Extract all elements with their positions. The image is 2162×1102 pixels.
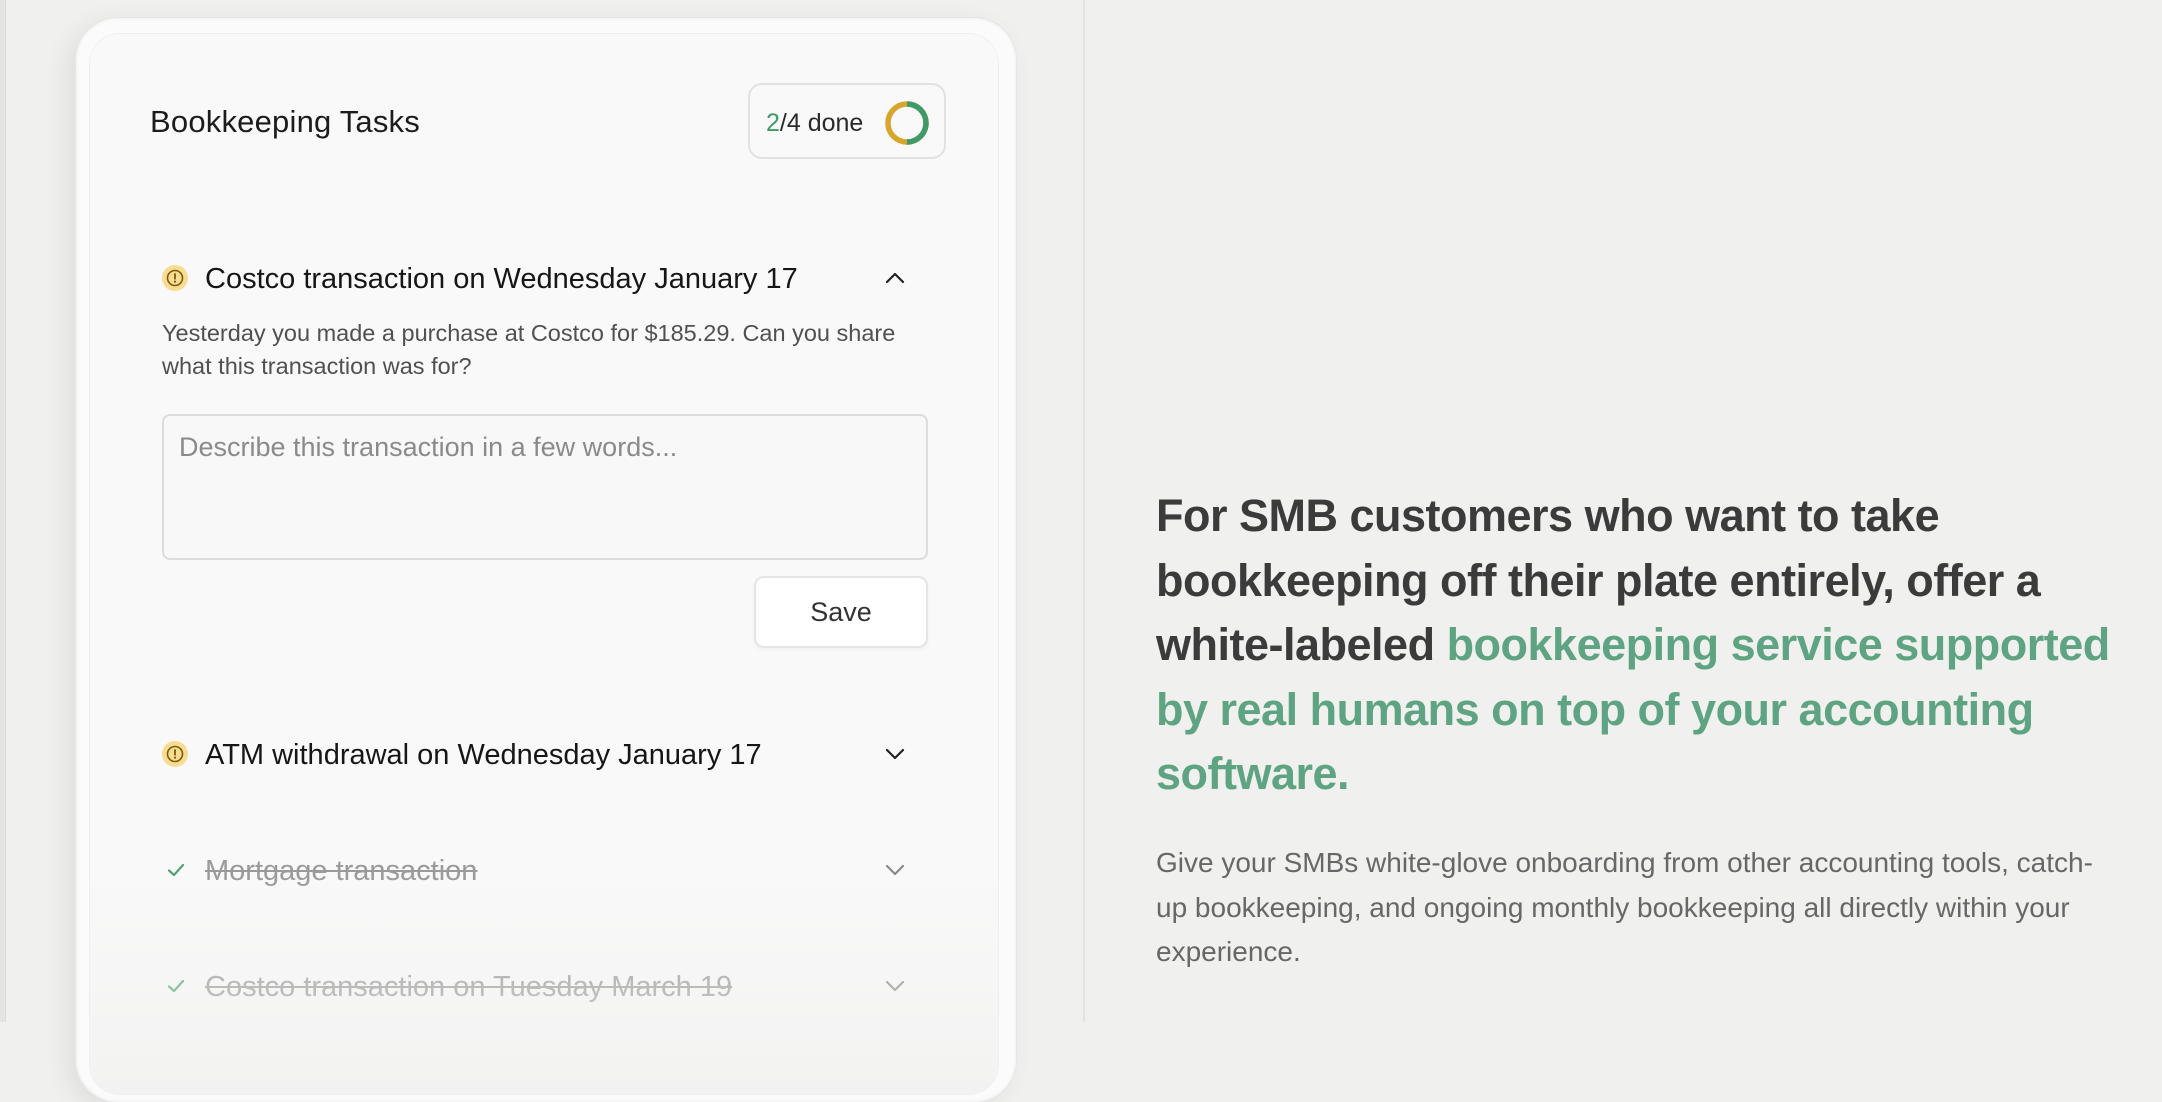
card-title: Bookkeeping Tasks (150, 104, 420, 139)
progress-text: 2/4 done (766, 109, 863, 138)
task-row-mortgage[interactable]: Mortgage transaction (162, 847, 922, 891)
task-row-atm-withdrawal[interactable]: ATM withdrawal on Wednesday January 17 (162, 731, 922, 775)
alert-circle-icon (162, 741, 188, 767)
progress-total-text: /4 done (779, 109, 864, 137)
bookkeeping-tasks-card: Bookkeeping Tasks 2/4 done Costco transa… (90, 34, 998, 1094)
progress-ring-icon (885, 101, 929, 145)
chevron-down-icon[interactable] (884, 975, 906, 997)
progress-badge: 2/4 done (748, 83, 946, 159)
check-icon (167, 863, 185, 877)
task-row-costco-mar-19[interactable]: Costco transaction on Tuesday March 19 (162, 963, 922, 1007)
task-row-costco-jan-17[interactable]: Costco transaction on Wednesday January … (162, 255, 922, 299)
chevron-down-icon[interactable] (884, 859, 906, 881)
save-button[interactable]: Save (754, 576, 928, 648)
chevron-up-icon[interactable] (884, 267, 906, 289)
chevron-down-icon[interactable] (884, 743, 906, 765)
check-icon (167, 979, 185, 993)
marketing-headline: For SMB customers who want to take bookk… (1156, 484, 2116, 807)
task-label: ATM withdrawal on Wednesday January 17 (205, 739, 762, 771)
task-description: Yesterday you made a purchase at Costco … (162, 320, 896, 379)
alert-circle-icon (162, 265, 188, 291)
left-edge-panel (0, 0, 6, 1022)
marketing-subcopy: Give your SMBs white-glove onboarding fr… (1156, 847, 2093, 967)
task-label: Costco transaction on Tuesday March 19 (205, 971, 733, 1003)
task-label: Mortgage transaction (205, 855, 478, 887)
progress-done-count: 2 (766, 109, 780, 137)
task-label: Costco transaction on Wednesday January … (205, 263, 798, 295)
transaction-description-input[interactable] (162, 414, 928, 560)
section-divider (1083, 0, 1085, 1022)
